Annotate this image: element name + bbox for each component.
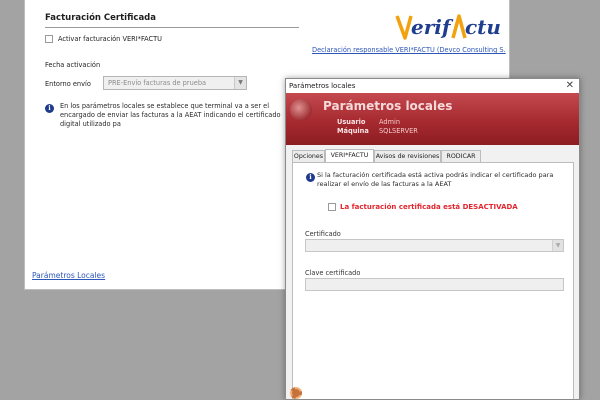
chevron-down-icon: ▼: [234, 77, 246, 89]
parametros-locales-link[interactable]: Parámetros Locales: [32, 271, 105, 280]
entorno-envio-value: PRE-Envío facturas de prueba: [108, 79, 207, 87]
usuario-value: Admin: [379, 118, 401, 126]
certificate-info-text: Si la facturación certificada está activ…: [317, 171, 554, 188]
certificado-select[interactable]: ▼: [305, 239, 564, 252]
dialog-title-bar: Parámetros locales ✕: [286, 79, 579, 93]
usuario-key: Usuario: [337, 118, 366, 126]
local-params-info-text: En los parámetros locales se establece q…: [60, 102, 281, 128]
declaracion-responsable-link[interactable]: Declaración responsable VERI*FACTU (Devc…: [312, 46, 506, 54]
entorno-envio-label: Entorno envío: [45, 80, 91, 88]
clave-certificado-input[interactable]: [305, 278, 564, 291]
verifactu-logo: erif ctu: [395, 14, 501, 40]
maquina-key: Máquina: [337, 127, 369, 135]
gear-icon: [290, 387, 302, 399]
dialog-title: Parámetros locales: [289, 82, 356, 90]
parametros-locales-dialog: Parámetros locales ✕ Parámetros locales …: [285, 78, 580, 400]
close-icon[interactable]: ✕: [566, 80, 574, 91]
chevron-down-icon: ▼: [552, 240, 563, 251]
activate-verifactu-label: Activar facturación VERI*FACTU: [58, 35, 162, 43]
activate-verifactu-checkbox[interactable]: [45, 35, 53, 43]
svg-text:erif: erif: [411, 15, 454, 39]
banner-title: Parámetros locales: [323, 99, 453, 113]
clave-certificado-label: Clave certificado: [305, 269, 361, 277]
maquina-value: SQLSERVER: [379, 127, 418, 135]
certificado-label: Certificado: [305, 230, 341, 238]
tab-opciones[interactable]: Opciones: [292, 150, 325, 162]
status-warning: La facturación certificada está DESACTIV…: [340, 203, 518, 211]
banner-graphic: [290, 99, 312, 121]
info-icon: i: [306, 173, 315, 182]
tab-verifactu[interactable]: VERI*FACTU: [325, 149, 374, 162]
info-icon: i: [45, 104, 54, 113]
tab-avisos-revisiones[interactable]: Avisos de revisiones: [374, 150, 441, 162]
certificada-status-checkbox: [328, 203, 336, 211]
section-divider: [45, 27, 299, 28]
dialog-banner: Parámetros locales Usuario Admin Máquina…: [286, 93, 579, 145]
tab-rodicar[interactable]: RODICAR: [441, 150, 481, 162]
entorno-envio-select[interactable]: PRE-Envío facturas de prueba ▼: [103, 76, 247, 90]
section-title: Facturación Certificada: [45, 13, 156, 23]
svg-text:ctu: ctu: [465, 15, 501, 39]
fecha-activacion-label: Fecha activación: [45, 61, 101, 69]
